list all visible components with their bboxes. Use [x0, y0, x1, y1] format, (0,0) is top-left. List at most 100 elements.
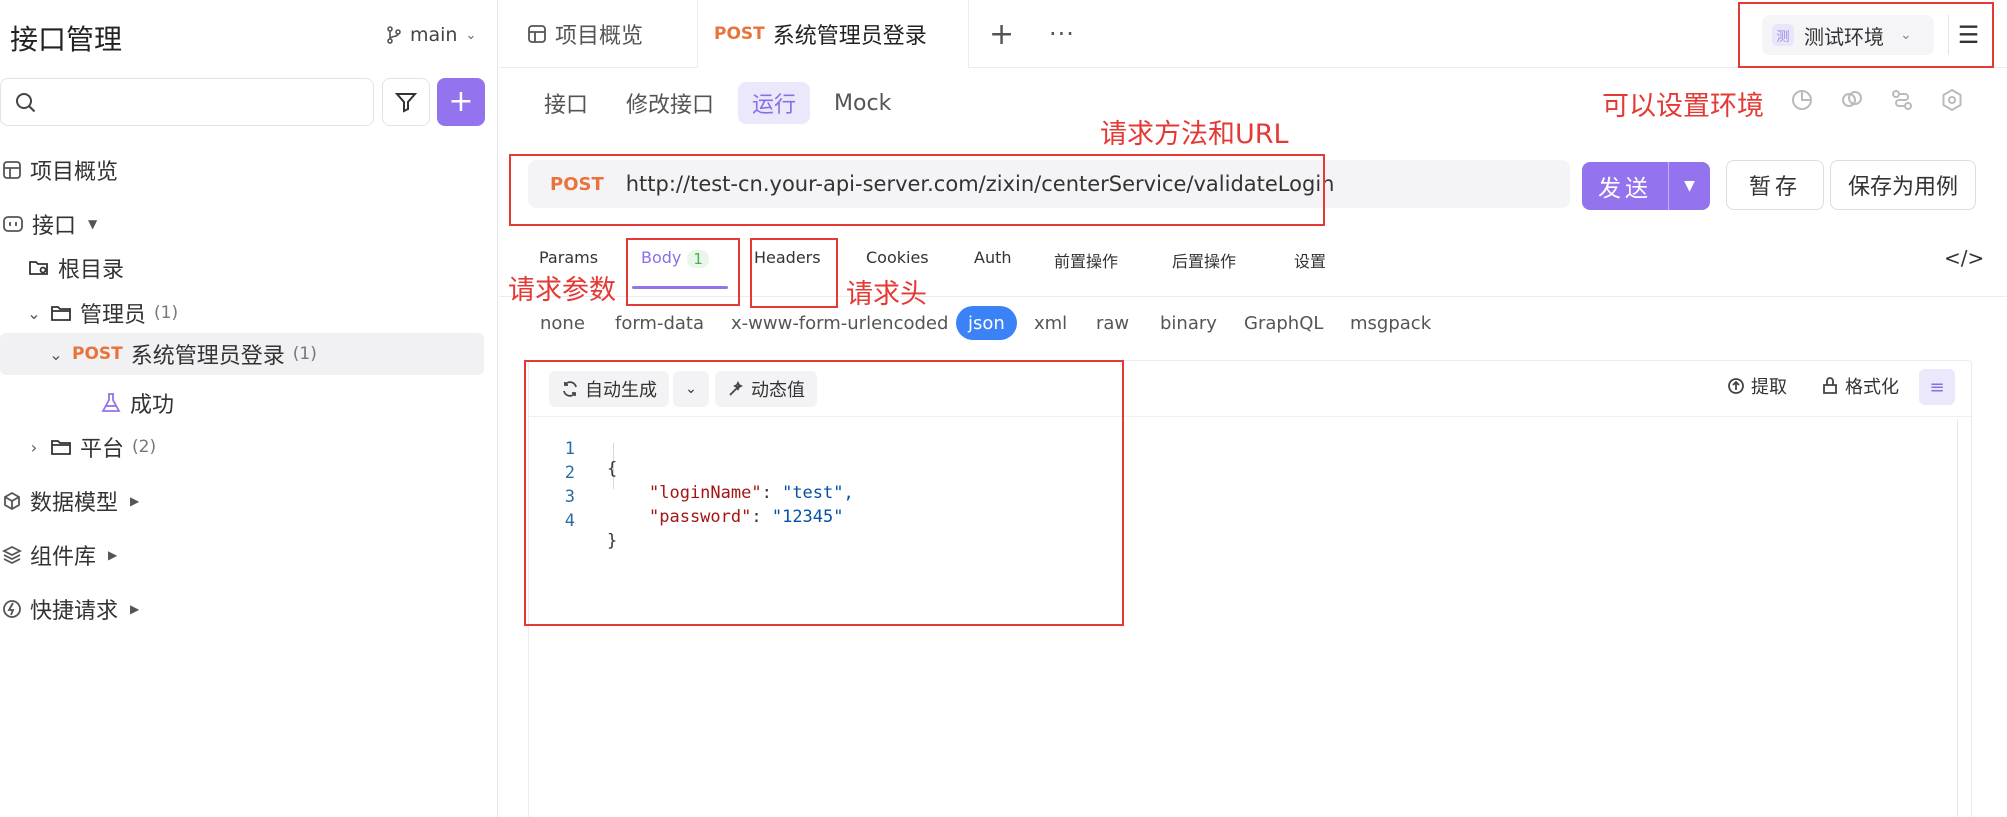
body-type-graphql[interactable]: GraphQL — [1244, 306, 1323, 340]
sidebar-title: 接口管理 — [10, 23, 123, 56]
flask-icon — [101, 393, 121, 412]
sidebar-item-label: 组件库 — [30, 545, 97, 570]
body-type-form-data[interactable]: form-data — [615, 306, 704, 340]
body-type-urlencoded[interactable]: x-www-form-urlencoded — [731, 306, 948, 340]
hamburger-icon: ☰ — [1957, 21, 1980, 49]
format-button[interactable]: 格式化 — [1821, 373, 1899, 399]
menu-button[interactable]: ☰ — [1948, 15, 1988, 55]
body-type-binary[interactable]: binary — [1160, 306, 1217, 340]
folder-icon — [51, 306, 71, 321]
tab-pre-operations[interactable]: 前置操作 — [1054, 248, 1118, 272]
chevron-down-icon: ⌄ — [465, 27, 477, 43]
sidebar: 接口管理 main ⌄ + 项目概览 接口 ▼ 根目录 ⌄ 管理员 (1) ⌄ … — [0, 0, 498, 817]
annotation-env: 可以设置环境 — [1602, 91, 1764, 122]
sidebar-item-api[interactable]: 接口 ▼ — [2, 208, 97, 240]
environment-selector[interactable]: 测 测试环境 ⌄ — [1762, 15, 1934, 55]
body-editor-annotation-box — [524, 360, 1124, 626]
sidebar-item-overview[interactable]: 项目概览 — [2, 154, 118, 186]
sidebar-item-label: 数据模型 — [30, 491, 119, 516]
send-label: 发送 — [1598, 176, 1652, 202]
more-tabs-button[interactable]: ··· — [1049, 0, 1075, 68]
body-type-none[interactable]: none — [540, 306, 585, 340]
wrap-lines-button[interactable]: ≡ — [1919, 369, 1955, 405]
tab-settings[interactable]: 设置 — [1294, 248, 1326, 272]
brush-icon — [1823, 377, 1837, 394]
sidebar-item-data-model[interactable]: 数据模型 ▶ — [2, 485, 139, 517]
env-badge: 测 — [1772, 24, 1794, 46]
env-label: 测试环境 — [1804, 24, 1884, 49]
extract-button[interactable]: 提取 — [1727, 373, 1787, 399]
tab-params[interactable]: Params — [539, 248, 598, 267]
cube-icon — [4, 491, 20, 511]
chevron-down-icon[interactable]: ⌄ — [48, 345, 64, 364]
body-type-msgpack[interactable]: msgpack — [1350, 306, 1431, 340]
upload-icon — [1728, 378, 1744, 394]
search-input[interactable] — [0, 78, 374, 126]
sidebar-item-platform[interactable]: › 平台 (2) — [26, 431, 156, 463]
tab-cookies[interactable]: Cookies — [866, 248, 929, 267]
annotation-body: 请求参数 — [508, 275, 616, 306]
sidebar-item-success[interactable]: 成功 — [100, 387, 174, 419]
tab-project-overview[interactable]: 项目概览 — [527, 0, 643, 68]
lightning-icon — [3, 600, 21, 618]
sidebar-item-label: 项目概览 — [30, 160, 119, 185]
filter-button[interactable] — [382, 78, 430, 126]
copy-icon[interactable] — [1840, 88, 1864, 112]
code-icon[interactable]: </> — [1944, 246, 1984, 270]
sidebar-item-root[interactable]: 根目录 — [28, 252, 124, 284]
sub-tabs: 接口 修改接口 运行 Mock — [530, 82, 905, 124]
sidebar-item-admin-login[interactable]: ⌄ POST 系统管理员登录 (1) — [0, 333, 484, 375]
method-badge: POST — [714, 24, 765, 44]
new-tab-button[interactable]: + — [989, 0, 1014, 68]
send-button[interactable]: 发送 ▼ — [1582, 162, 1710, 210]
editor-scrollbar[interactable] — [1957, 419, 1971, 817]
toolbar-icons — [1790, 88, 1964, 112]
env-annotation-box: 测 测试环境 ⌄ ☰ — [1738, 2, 1994, 68]
chevron-down-icon[interactable]: ▼ — [1668, 162, 1710, 210]
sidebar-item-label: 平台 — [80, 437, 125, 462]
chevron-right-icon[interactable]: › — [26, 438, 42, 457]
chevron-down-icon[interactable]: ⌄ — [26, 304, 42, 323]
subtab-mock[interactable]: Mock — [820, 82, 905, 124]
sidebar-item-quick-request[interactable]: 快捷请求 ▶ — [2, 593, 139, 625]
chevron-down-icon: ⌄ — [1900, 27, 1912, 43]
sidebar-item-label: 接口 — [32, 214, 77, 239]
plus-icon: + — [448, 84, 474, 119]
settings-icon[interactable] — [1940, 88, 1964, 112]
item-count: (2) — [132, 437, 157, 457]
tab-label: 系统管理员登录 — [772, 24, 927, 49]
tab-admin-login[interactable]: POST 系统管理员登录 — [697, 0, 969, 68]
folder-settings-icon — [29, 261, 48, 275]
sidebar-item-label: 快捷请求 — [30, 599, 119, 624]
folder-icon — [51, 440, 71, 455]
body-annotation-box — [626, 238, 740, 306]
save-as-case-button[interactable]: 保存为用例 — [1830, 160, 1976, 210]
body-type-json[interactable]: json — [956, 306, 1017, 340]
body-type-raw[interactable]: raw — [1096, 306, 1129, 340]
annotation-headers: 请求头 — [846, 279, 927, 310]
add-button[interactable]: + — [437, 78, 485, 126]
pie-chart-icon[interactable] — [1790, 88, 1814, 112]
annotation-url: 请求方法和URL — [1100, 119, 1289, 150]
caret-right-icon: ▶ — [108, 548, 118, 562]
layers-icon — [2, 545, 22, 565]
caret-right-icon: ▶ — [130, 602, 140, 616]
body-type-xml[interactable]: xml — [1034, 306, 1067, 340]
caret-right-icon: ▶ — [130, 494, 140, 508]
extract-label: 提取 — [1751, 377, 1787, 398]
sidebar-item-label: 管理员 — [80, 303, 147, 328]
sidebar-item-admin[interactable]: ⌄ 管理员 (1) — [26, 297, 178, 329]
subtab-edit-api[interactable]: 修改接口 — [612, 82, 728, 124]
flow-icon[interactable] — [1890, 88, 1914, 112]
branch-selector[interactable]: main ⌄ — [386, 24, 476, 46]
sidebar-item-label: 成功 — [130, 393, 175, 418]
tab-bar: 项目概览 POST 系统管理员登录 + ··· 测 测试环境 ⌄ ☰ — [499, 0, 2007, 68]
tab-auth[interactable]: Auth — [974, 248, 1012, 267]
branch-icon — [387, 26, 401, 44]
sidebar-item-components[interactable]: 组件库 ▶ — [2, 539, 117, 571]
save-draft-button[interactable]: 暂存 — [1726, 160, 1824, 210]
tab-post-operations[interactable]: 后置操作 — [1172, 248, 1236, 272]
subtab-run[interactable]: 运行 — [738, 82, 811, 124]
subtab-api[interactable]: 接口 — [530, 82, 602, 124]
tab-label: 项目概览 — [555, 24, 644, 49]
